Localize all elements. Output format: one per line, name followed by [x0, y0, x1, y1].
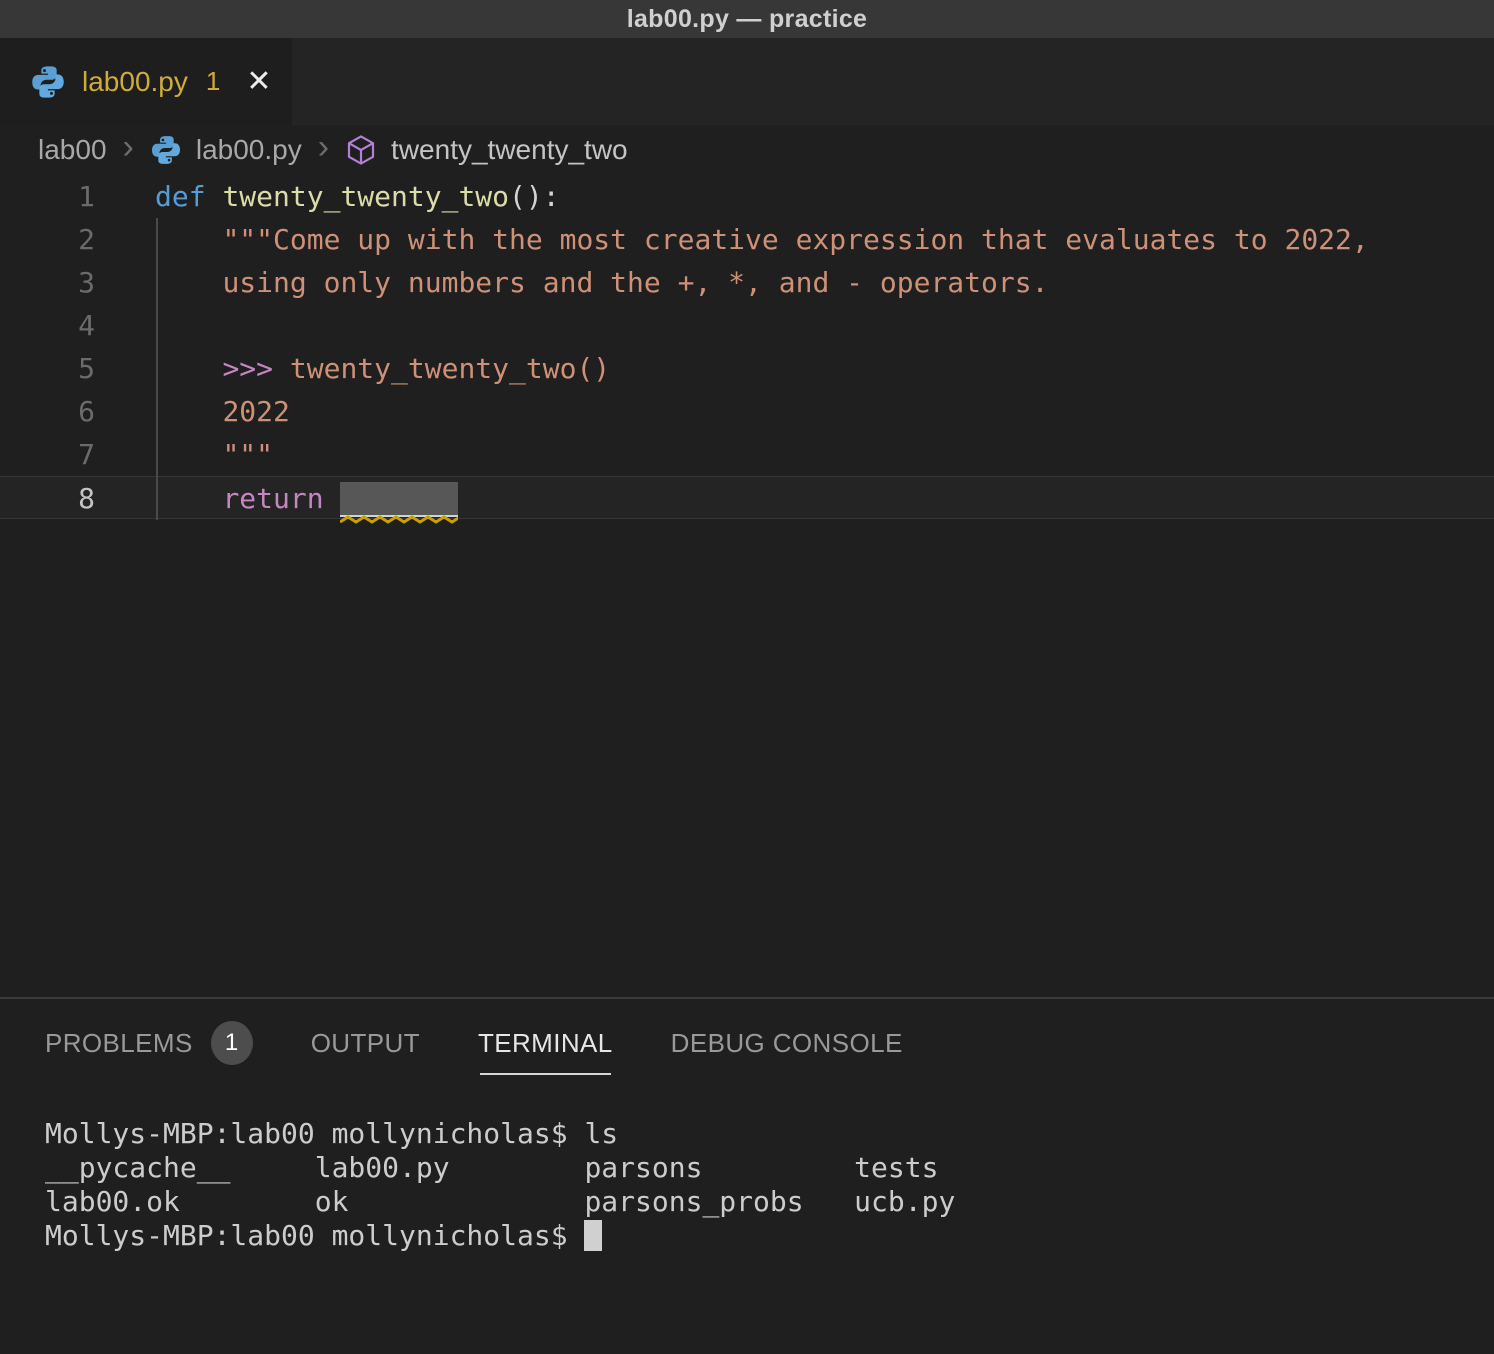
code-token: """Come up with the most creative expres… — [222, 223, 1368, 256]
close-tab-icon[interactable]: ✕ — [246, 67, 271, 97]
code-token: using only numbers and the +, *, and - o… — [222, 266, 1048, 299]
code-text: 2022 — [95, 390, 290, 433]
panel-tab-terminal[interactable]: TERMINAL — [478, 1028, 613, 1059]
tab-label: lab00.py — [82, 66, 188, 98]
python-icon — [30, 64, 66, 100]
panel-tab-debug-console[interactable]: DEBUG CONSOLE — [671, 1028, 903, 1059]
code-token — [155, 266, 222, 299]
python-icon — [150, 134, 182, 166]
line-number: 4 — [0, 304, 95, 347]
panel-tab-label: OUTPUT — [311, 1028, 420, 1059]
terminal-text: Mollys-MBP:lab00 mollynicholas$ ls — [45, 1117, 618, 1150]
code-line-2[interactable]: 2 """Come up with the most creative expr… — [0, 218, 1494, 261]
tab-problem-count: 1 — [206, 66, 220, 97]
terminal-text: lab00.ok ok parsons_probs ucb.py — [45, 1185, 955, 1218]
tab-lab00py[interactable]: lab00.py 1 ✕ — [0, 38, 292, 125]
code-line-5[interactable]: 5 >>> twenty_twenty_two() — [0, 347, 1494, 390]
code-text: def twenty_twenty_two(): — [95, 175, 560, 218]
line-number: 3 — [0, 261, 95, 304]
terminal-text: Mollys-MBP:lab00 mollynicholas$ — [45, 1219, 584, 1252]
terminal-line: Mollys-MBP:lab00 mollynicholas$ — [45, 1219, 1494, 1253]
code-token: """ — [222, 438, 273, 471]
code-token — [155, 438, 222, 471]
code-line-4[interactable]: 4 — [0, 304, 1494, 347]
terminal-text: __pycache__ lab00.py parsons tests — [45, 1151, 938, 1184]
breadcrumb-folder[interactable]: lab00 — [38, 134, 107, 166]
panel-tab-problems[interactable]: PROBLEMS 1 — [45, 1021, 253, 1065]
terminal[interactable]: Mollys-MBP:lab00 mollynicholas$ ls__pyca… — [0, 1087, 1494, 1253]
terminal-line: Mollys-MBP:lab00 mollynicholas$ ls — [45, 1117, 1494, 1151]
terminal-line: lab00.ok ok parsons_probs ucb.py — [45, 1185, 1494, 1219]
window-title: lab00.py — practice — [627, 5, 868, 34]
code-editor[interactable]: 1def twenty_twenty_two():2 """Come up wi… — [0, 175, 1494, 997]
code-line-1[interactable]: 1def twenty_twenty_two(): — [0, 175, 1494, 218]
code-token — [155, 395, 222, 428]
problems-count-badge: 1 — [211, 1021, 253, 1065]
code-token: return — [222, 482, 323, 515]
breadcrumb-symbol[interactable]: twenty_twenty_two — [391, 134, 628, 166]
code-text — [95, 304, 155, 347]
code-token: twenty_twenty_two() — [273, 352, 610, 385]
code-text: >>> twenty_twenty_two() — [95, 347, 610, 390]
code-token: def — [155, 180, 222, 213]
panel-tab-output[interactable]: OUTPUT — [311, 1028, 420, 1059]
breadcrumb-file[interactable]: lab00.py — [196, 134, 302, 166]
terminal-cursor — [584, 1220, 602, 1251]
code-text: """ — [95, 433, 273, 476]
indent-guide — [156, 218, 158, 520]
selected-text-warning — [340, 482, 458, 517]
line-number: 8 — [0, 477, 95, 518]
terminal-line: __pycache__ lab00.py parsons tests — [45, 1151, 1494, 1185]
code-token: twenty_twenty_two — [222, 180, 509, 213]
code-text: """Come up with the most creative expres… — [95, 218, 1369, 261]
panel-tab-bar: PROBLEMS 1 OUTPUT TERMINAL DEBUG CONSOLE — [0, 999, 1494, 1087]
warning-squiggle-icon — [340, 515, 458, 524]
line-number: 7 — [0, 433, 95, 476]
code-token: >>> — [222, 352, 273, 385]
code-token — [155, 482, 222, 515]
symbol-method-icon — [345, 134, 377, 166]
chevron-right-icon: › — [316, 130, 331, 170]
bottom-panel: PROBLEMS 1 OUTPUT TERMINAL DEBUG CONSOLE… — [0, 997, 1494, 1354]
code-token — [155, 223, 222, 256]
code-token — [155, 352, 222, 385]
vscode-window: lab00.py — practice lab00.py 1 ✕ lab00 › — [0, 0, 1494, 1354]
code-token: (): — [509, 180, 560, 213]
code-line-7[interactable]: 7 """ — [0, 433, 1494, 476]
line-number: 1 — [0, 175, 95, 218]
breadcrumb: lab00 › lab00.py › twenty_twenty_two — [0, 125, 1494, 175]
code-token — [324, 482, 341, 515]
line-number: 5 — [0, 347, 95, 390]
code-line-3[interactable]: 3 using only numbers and the +, *, and -… — [0, 261, 1494, 304]
tab-bar: lab00.py 1 ✕ — [0, 38, 1494, 125]
line-number: 6 — [0, 390, 95, 433]
panel-tab-label: TERMINAL — [478, 1028, 613, 1059]
active-tab-underline — [480, 1073, 611, 1075]
code-text: return — [95, 477, 458, 518]
panel-tab-label: DEBUG CONSOLE — [671, 1028, 903, 1059]
titlebar: lab00.py — practice — [0, 0, 1494, 38]
chevron-right-icon: › — [121, 130, 136, 170]
code-line-8[interactable]: 8 return — [0, 476, 1494, 519]
code-text: using only numbers and the +, *, and - o… — [95, 261, 1048, 304]
line-number: 2 — [0, 218, 95, 261]
code-line-6[interactable]: 6 2022 — [0, 390, 1494, 433]
code-token: 2022 — [222, 395, 289, 428]
panel-tab-label: PROBLEMS — [45, 1028, 193, 1059]
